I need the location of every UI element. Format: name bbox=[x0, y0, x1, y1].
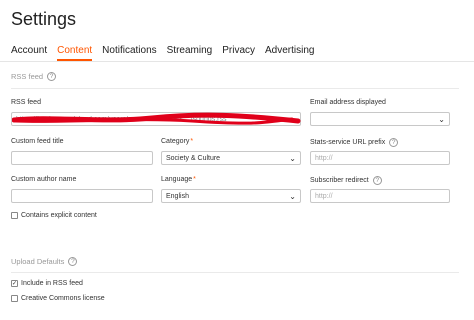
settings-tabs: Account Content Notifications Streaming … bbox=[11, 45, 324, 61]
required-mark: * bbox=[193, 176, 196, 183]
redirect-label-text: Subscriber redirect bbox=[310, 177, 369, 184]
language-select[interactable]: English ⌄ bbox=[161, 189, 301, 203]
custom-title-field[interactable] bbox=[11, 151, 153, 165]
include-rss-label: Include in RSS feed bbox=[21, 280, 83, 287]
tab-notifications[interactable]: Notifications bbox=[102, 45, 156, 61]
help-icon[interactable]: ? bbox=[372, 176, 382, 185]
language-label-text: Language bbox=[161, 176, 193, 183]
stats-prefix-label-text: Stats-service URL prefix bbox=[310, 139, 386, 146]
tab-streaming[interactable]: Streaming bbox=[167, 45, 213, 61]
chevron-down-icon: ⌄ bbox=[289, 191, 296, 201]
explicit-option[interactable]: Contains explicit content bbox=[11, 212, 97, 219]
include-rss-checkbox[interactable]: ✓ bbox=[11, 280, 18, 287]
language-label: Language * bbox=[161, 176, 196, 183]
stats-prefix-label: Stats-service URL prefix ? bbox=[310, 138, 399, 147]
chevron-down-icon: ⌄ bbox=[289, 153, 296, 163]
explicit-label: Contains explicit content bbox=[21, 212, 97, 219]
help-icon[interactable]: ? bbox=[47, 72, 57, 81]
help-icon[interactable]: ? bbox=[389, 138, 399, 147]
required-mark: * bbox=[190, 138, 194, 145]
category-select[interactable]: Society & Culture ⌄ bbox=[161, 151, 301, 165]
redirect-label: Subscriber redirect ? bbox=[310, 176, 382, 185]
upload-section-heading-text: Upload Defaults bbox=[11, 257, 65, 266]
page-title: Settings bbox=[11, 9, 77, 29]
tab-account[interactable]: Account bbox=[11, 45, 47, 61]
language-value: English bbox=[166, 192, 189, 200]
stats-prefix-placeholder: http:// bbox=[315, 154, 333, 162]
tab-privacy[interactable]: Privacy bbox=[222, 45, 255, 61]
rss-section-divider bbox=[11, 88, 459, 89]
author-label: Custom author name bbox=[11, 176, 77, 183]
email-label: Email address displayed bbox=[310, 99, 386, 106]
redirect-placeholder: http:// bbox=[315, 192, 333, 200]
explicit-checkbox[interactable] bbox=[11, 212, 18, 219]
rss-section-heading-text: RSS feed bbox=[11, 72, 44, 81]
category-value: Society & Culture bbox=[166, 154, 221, 162]
chevron-down-icon: ⌄ bbox=[438, 114, 445, 124]
creative-commons-checkbox[interactable] bbox=[11, 295, 18, 302]
upload-section-heading: Upload Defaults ? bbox=[11, 257, 78, 266]
creative-commons-option[interactable]: Creative Commons license bbox=[11, 295, 105, 302]
tabs-divider bbox=[0, 61, 474, 62]
help-icon[interactable]: ? bbox=[68, 257, 78, 266]
redaction-scribble bbox=[12, 112, 301, 125]
category-label-text: Category bbox=[161, 138, 190, 145]
custom-title-label: Custom feed title bbox=[11, 138, 64, 145]
rss-feed-label: RSS feed bbox=[11, 99, 41, 106]
rss-section-heading: RSS feed ? bbox=[11, 72, 57, 81]
stats-prefix-field[interactable]: http:// bbox=[310, 151, 450, 165]
email-select[interactable]: ⌄ bbox=[310, 112, 450, 126]
category-label: Category * bbox=[161, 138, 193, 145]
include-rss-option[interactable]: ✓ Include in RSS feed bbox=[11, 280, 83, 287]
author-field[interactable] bbox=[11, 189, 153, 203]
tab-content[interactable]: Content bbox=[57, 45, 93, 61]
upload-section-divider bbox=[11, 272, 459, 273]
redirect-field[interactable]: http:// bbox=[310, 189, 450, 203]
tab-advertising[interactable]: Advertising bbox=[265, 45, 314, 61]
creative-commons-label: Creative Commons license bbox=[21, 295, 105, 302]
